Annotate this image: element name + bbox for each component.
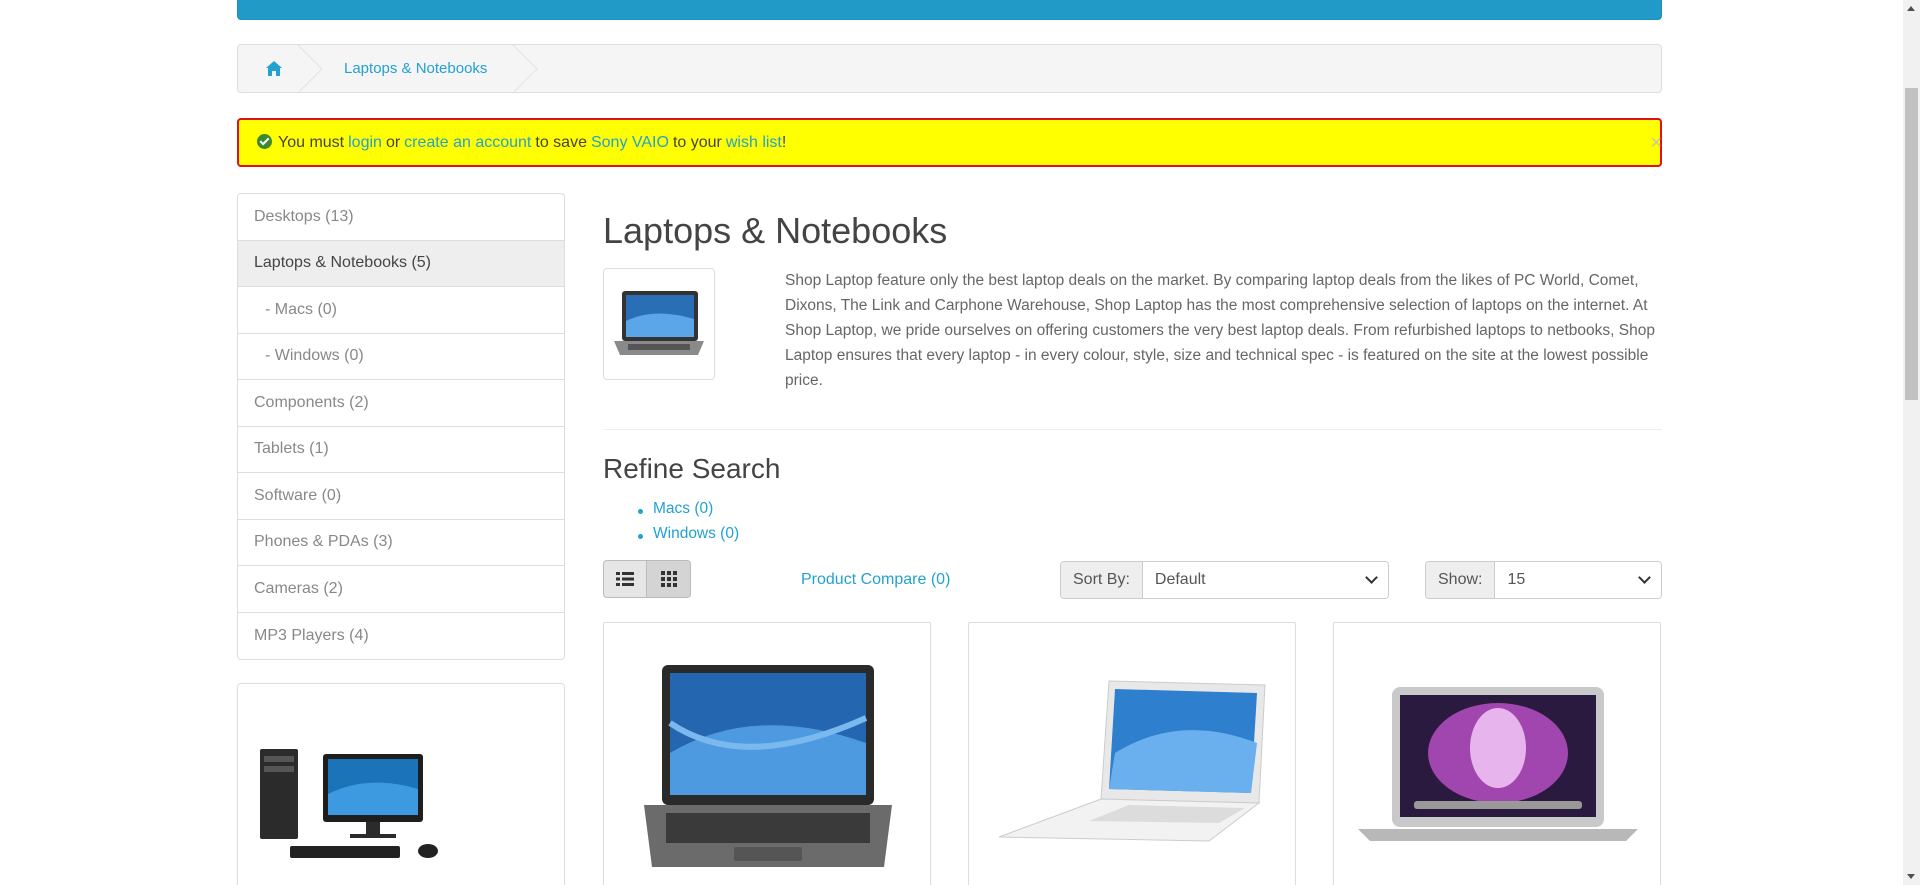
- alert-text-to-your: to your: [672, 133, 722, 151]
- grid-icon: [660, 571, 677, 587]
- show-select[interactable]: 15: [1495, 562, 1661, 598]
- alert-text-or: or: [385, 133, 401, 151]
- sidebar-banner[interactable]: [237, 683, 565, 885]
- list-icon: [616, 572, 634, 586]
- list-view-button[interactable]: [603, 560, 647, 598]
- sidebar-item-tablets[interactable]: Tablets (1): [238, 427, 564, 473]
- desktop-computer-image: [260, 749, 438, 858]
- list-item: Macs (0): [637, 500, 739, 525]
- refine-link-windows[interactable]: Windows (0): [653, 525, 739, 542]
- home-icon[interactable]: [266, 61, 282, 76]
- sidebar-item-mp3[interactable]: MP3 Players (4): [238, 613, 564, 660]
- sidebar-item-components[interactable]: Components (2): [238, 380, 564, 427]
- laptop-image: [614, 291, 704, 355]
- scrollbar-thumb[interactable]: [1905, 88, 1918, 400]
- breadcrumb: Laptops & Notebooks: [237, 44, 1662, 93]
- wishlist-alert: You must login or create an account to s…: [237, 118, 1662, 167]
- scroll-up-icon[interactable]: [1907, 6, 1915, 11]
- sidebar-item-phones[interactable]: Phones & PDAs (3): [238, 520, 564, 566]
- product-image: [1358, 687, 1638, 841]
- category-description: Shop Laptop feature only the best laptop…: [785, 272, 1655, 389]
- breadcrumb-home[interactable]: [238, 45, 308, 92]
- scroll-down-icon[interactable]: [1907, 874, 1915, 879]
- breadcrumb-item[interactable]: Laptops & Notebooks: [308, 45, 523, 92]
- wishlist-link[interactable]: wish list: [726, 134, 782, 152]
- category-sidebar: Desktops (13) Laptops & Notebooks (5) - …: [237, 193, 565, 660]
- sort-by-label: Sort By:: [1061, 562, 1143, 598]
- sidebar-item-cameras[interactable]: Cameras (2): [238, 566, 564, 613]
- divider: [603, 429, 1662, 430]
- chevron-down-icon: [1365, 571, 1378, 584]
- refine-list: Macs (0) Windows (0): [637, 500, 739, 550]
- sidebar-item-windows[interactable]: - Windows (0): [238, 334, 564, 380]
- alert-text-prefix: You must: [278, 133, 345, 151]
- page-title: Laptops & Notebooks: [603, 210, 948, 251]
- product-card[interactable]: [1333, 622, 1661, 885]
- product-compare-link[interactable]: Product Compare (0): [801, 571, 950, 589]
- sidebar-item-laptops[interactable]: Laptops & Notebooks (5): [238, 240, 564, 287]
- sidebar-item-software[interactable]: Software (0): [238, 473, 564, 520]
- product-card[interactable]: [603, 622, 931, 885]
- product-link[interactable]: Sony VAIO: [591, 134, 669, 152]
- alert-text-suffix: !: [781, 133, 787, 151]
- grid-view-button[interactable]: [647, 560, 691, 598]
- show-value: 15: [1507, 571, 1526, 588]
- refine-search-title: Refine Search: [603, 453, 781, 484]
- sort-by-value: Default: [1154, 571, 1206, 588]
- create-account-link[interactable]: create an account: [404, 134, 531, 152]
- sort-by-group: Sort By: Default: [1060, 561, 1389, 599]
- sidebar-item-macs[interactable]: - Macs (0): [238, 287, 564, 334]
- category-thumbnail: [603, 268, 715, 380]
- sort-by-select[interactable]: Default: [1142, 562, 1388, 598]
- main-content: Laptops & Notebooks Shop Laptop feature …: [603, 210, 1662, 885]
- product-card[interactable]: [968, 622, 1296, 885]
- chevron-down-icon: [1638, 571, 1651, 584]
- breadcrumb-link[interactable]: Laptops & Notebooks: [344, 60, 487, 77]
- sidebar-item-desktops[interactable]: Desktops (13): [238, 194, 564, 241]
- view-toggle: [603, 560, 691, 598]
- product-image: [998, 680, 1266, 842]
- top-menu-bar: [237, 0, 1662, 20]
- list-item: Windows (0): [637, 525, 739, 550]
- refine-link-macs[interactable]: Macs (0): [653, 500, 713, 517]
- show-group: Show: 15: [1425, 561, 1662, 599]
- close-icon[interactable]: ×: [1650, 132, 1662, 155]
- login-link[interactable]: login: [348, 134, 382, 152]
- check-circle-icon: [257, 134, 272, 149]
- product-image: [644, 665, 892, 867]
- alert-text-to-save: to save: [535, 133, 587, 151]
- show-label: Show:: [1426, 562, 1496, 598]
- scrollbar[interactable]: [1903, 0, 1920, 885]
